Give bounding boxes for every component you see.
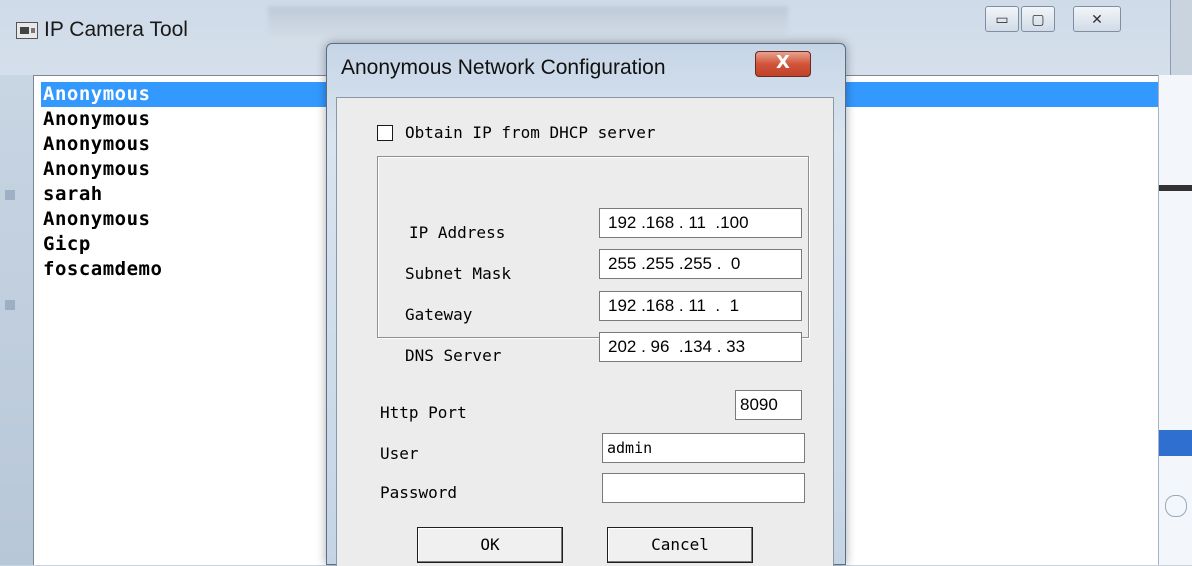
edge-decoration: [1165, 495, 1187, 517]
gateway-field[interactable]: 192 .168 . 11 . 1: [599, 291, 802, 321]
ip-address-label: IP Address: [409, 223, 506, 242]
background-blur: [268, 6, 788, 42]
dns-server-field[interactable]: 202 . 96 .134 . 33: [599, 332, 802, 362]
frame-mark: [5, 300, 15, 310]
user-label: User: [380, 444, 419, 463]
background-window-edge: [1158, 75, 1192, 565]
dns-server-label: DNS Server: [405, 346, 502, 365]
main-title-bar: IP Camera Tool: [16, 14, 188, 46]
close-icon: ✕: [1091, 10, 1103, 27]
password-field[interactable]: [602, 473, 805, 503]
frame-mark: [5, 190, 15, 200]
camera-app-icon: [16, 21, 38, 39]
password-label: Password: [380, 483, 458, 502]
minimize-icon: ▭: [995, 10, 1009, 27]
dialog-title: Anonymous Network Configuration: [341, 56, 666, 79]
dialog-body: Obtain IP from DHCP server IP Address 19…: [336, 97, 834, 566]
dhcp-label: Obtain IP from DHCP server: [405, 123, 656, 142]
subnet-mask-label: Subnet Mask: [405, 264, 511, 283]
subnet-mask-field[interactable]: 255 .255 .255 . 0: [599, 249, 802, 279]
edge-decoration: [1159, 185, 1192, 191]
http-port-label: Http Port: [380, 403, 467, 422]
network-config-dialog: Anonymous Network Configuration X Obtain…: [326, 43, 846, 566]
gateway-label: Gateway: [405, 305, 473, 324]
main-window-title: IP Camera Tool: [44, 18, 188, 41]
cancel-button[interactable]: Cancel: [607, 527, 753, 563]
user-field[interactable]: admin: [602, 433, 805, 463]
dhcp-row: Obtain IP from DHCP server: [377, 123, 655, 142]
maximize-button[interactable]: ▢: [1021, 6, 1055, 32]
maximize-icon: ▢: [1031, 10, 1045, 27]
ip-address-field[interactable]: 192 .168 . 11 .100: [599, 208, 802, 238]
edge-decoration: [1159, 430, 1192, 456]
close-button[interactable]: ✕: [1073, 6, 1121, 32]
dhcp-checkbox[interactable]: [377, 124, 393, 141]
ok-button[interactable]: OK: [417, 527, 563, 563]
minimize-button[interactable]: ▭: [985, 6, 1019, 32]
left-frame: [0, 75, 33, 565]
http-port-field[interactable]: 8090: [735, 390, 802, 420]
dialog-close-button[interactable]: X: [755, 51, 811, 77]
window-controls: ▭ ▢ ✕: [985, 6, 1123, 32]
